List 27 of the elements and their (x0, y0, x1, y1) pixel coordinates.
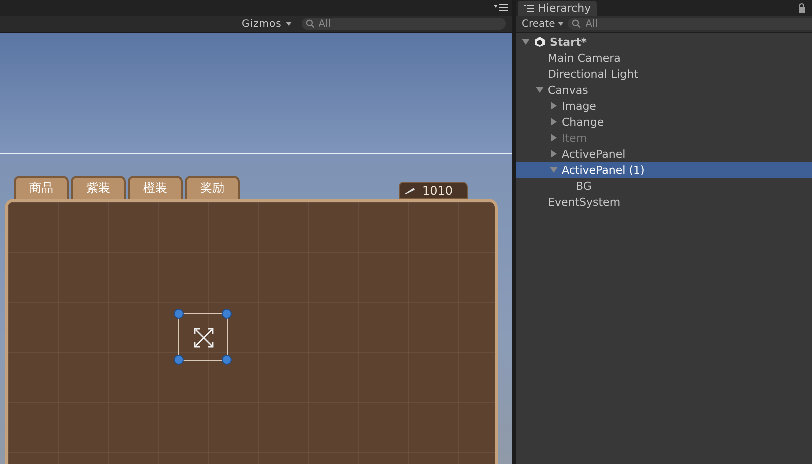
hierarchy-item[interactable]: Change (516, 114, 812, 130)
lock-icon[interactable] (798, 3, 806, 13)
search-input[interactable]: All (316, 18, 506, 30)
search-field[interactable]: All (302, 18, 506, 30)
expand-triangle-icon[interactable] (550, 166, 558, 174)
expand-triangle-icon[interactable] (536, 86, 544, 94)
hierarchy-item[interactable]: BG (516, 178, 812, 194)
hierarchy-item[interactable]: Main Camera (516, 50, 812, 66)
hierarchy-item[interactable]: Start* (516, 34, 812, 50)
hierarchy-item[interactable]: Canvas (516, 82, 812, 98)
caret-icon (558, 22, 564, 26)
create-dropdown[interactable]: Create (522, 18, 564, 30)
search-icon (306, 19, 317, 29)
currency-amount: 1010 (422, 184, 453, 198)
hierarchy-item[interactable]: Image (516, 98, 812, 114)
hierarchy-item[interactable]: ActivePanel (1) (516, 162, 812, 178)
hierarchy-item[interactable]: EventSystem (516, 194, 812, 210)
hierarchy-item[interactable]: ActivePanel (516, 146, 812, 162)
hierarchy-tab[interactable]: Hierarchy (518, 1, 598, 16)
gizmos-dropdown[interactable]: Gizmos (238, 18, 296, 30)
caret-icon (286, 22, 292, 26)
expand-triangle-icon[interactable] (522, 38, 530, 46)
list-icon (524, 4, 534, 12)
hierarchy-item[interactable]: Directional Light (516, 66, 812, 82)
hierarchy-title: Hierarchy (538, 2, 592, 15)
cube-logo-icon (534, 36, 546, 48)
menu-icon[interactable] (494, 4, 508, 12)
